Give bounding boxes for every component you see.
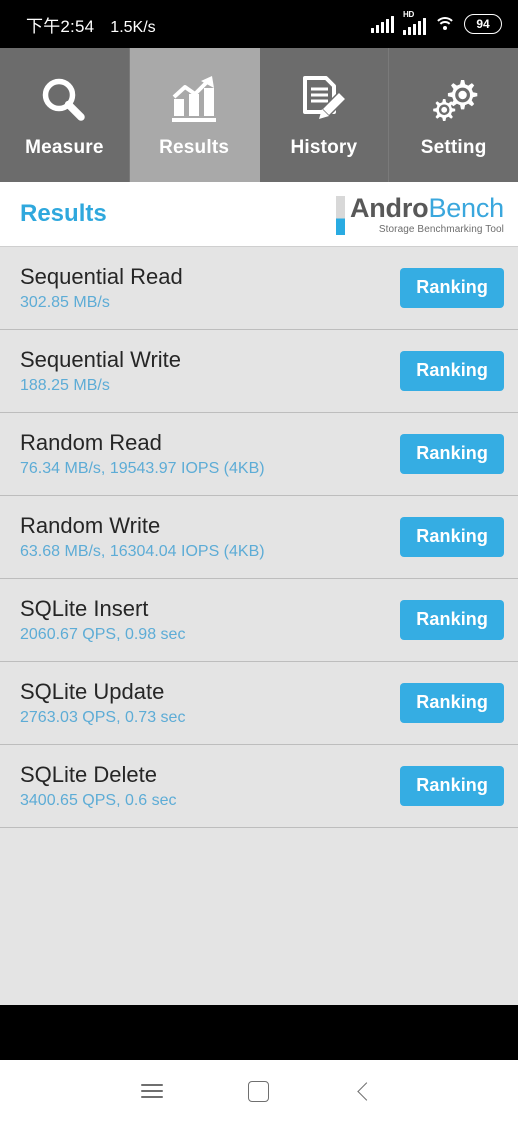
phone-screen: 下午2:54 1.5K/s HD 94 Measure Results Hist… bbox=[0, 0, 518, 1122]
logo-bar-icon bbox=[335, 195, 345, 235]
home-icon[interactable] bbox=[222, 1060, 294, 1122]
logo-text: AndroBench Storage Benchmarking Tool bbox=[349, 192, 504, 235]
ranking-button[interactable]: Ranking bbox=[400, 683, 504, 723]
result-value: 3400.65 QPS, 0.6 sec bbox=[20, 791, 177, 809]
status-time: 下午2:54 bbox=[26, 16, 95, 36]
table-row[interactable]: Random Read 76.34 MB/s, 19543.97 IOPS (4… bbox=[0, 413, 518, 496]
status-bar: 下午2:54 1.5K/s HD 94 bbox=[0, 0, 518, 48]
table-row[interactable]: Sequential Write 188.25 MB/s Ranking bbox=[0, 330, 518, 413]
bar-chart-trend-icon bbox=[168, 71, 220, 129]
magnifier-icon bbox=[38, 71, 90, 129]
result-texts: Sequential Read 302.85 MB/s bbox=[20, 263, 183, 314]
hd-label: HD bbox=[403, 10, 414, 19]
androbench-logo: AndroBench Storage Benchmarking Tool bbox=[335, 192, 504, 235]
result-texts: SQLite Update 2763.03 QPS, 0.73 sec bbox=[20, 678, 185, 729]
result-value: 188.25 MB/s bbox=[20, 376, 110, 394]
result-value: 76.34 MB/s, 19543.97 IOPS (4KB) bbox=[20, 459, 265, 477]
tab-history-label: History bbox=[290, 137, 358, 158]
table-row[interactable]: SQLite Update 2763.03 QPS, 0.73 sec Rank… bbox=[0, 662, 518, 745]
document-pencil-icon bbox=[298, 71, 350, 129]
status-bar-right: HD 94 bbox=[371, 10, 502, 35]
cellular-signal-icon bbox=[371, 15, 394, 33]
ranking-button[interactable]: Ranking bbox=[400, 268, 504, 308]
logo-andro: Andro bbox=[349, 192, 429, 223]
result-title: SQLite Insert bbox=[20, 595, 149, 621]
tab-measure-label: Measure bbox=[25, 137, 104, 158]
results-list: Sequential Read 302.85 MB/s Ranking Sequ… bbox=[0, 247, 518, 1005]
app-header: Results AndroBench Storage Benchmarking … bbox=[0, 182, 518, 247]
system-navigation-bar bbox=[0, 1060, 518, 1122]
tab-setting[interactable]: Setting bbox=[389, 48, 518, 182]
back-icon[interactable] bbox=[328, 1060, 400, 1122]
ranking-button[interactable]: Ranking bbox=[400, 600, 504, 640]
table-row[interactable]: SQLite Delete 3400.65 QPS, 0.6 sec Ranki… bbox=[0, 745, 518, 828]
hd-volte-signal-icon: HD bbox=[403, 10, 426, 35]
result-title: Random Read bbox=[20, 429, 162, 455]
bottom-black-band bbox=[0, 1005, 518, 1060]
status-bar-left: 下午2:54 1.5K/s bbox=[26, 12, 156, 37]
result-title: Sequential Write bbox=[20, 346, 182, 372]
result-value: 63.68 MB/s, 16304.04 IOPS (4KB) bbox=[20, 542, 265, 560]
wifi-icon bbox=[434, 16, 456, 32]
result-title: SQLite Delete bbox=[20, 761, 157, 787]
result-value: 2763.03 QPS, 0.73 sec bbox=[20, 708, 186, 726]
result-texts: Random Read 76.34 MB/s, 19543.97 IOPS (4… bbox=[20, 429, 265, 480]
ranking-button[interactable]: Ranking bbox=[400, 517, 504, 557]
status-network-speed: 1.5K/s bbox=[110, 18, 156, 36]
result-texts: SQLite Delete 3400.65 QPS, 0.6 sec bbox=[20, 761, 177, 812]
result-texts: SQLite Insert 2060.67 QPS, 0.98 sec bbox=[20, 595, 185, 646]
result-title: SQLite Update bbox=[20, 678, 165, 704]
result-texts: Sequential Write 188.25 MB/s bbox=[20, 346, 181, 397]
ranking-button[interactable]: Ranking bbox=[400, 351, 504, 391]
ranking-button[interactable]: Ranking bbox=[400, 434, 504, 474]
tab-results[interactable]: Results bbox=[129, 48, 260, 182]
table-row[interactable]: SQLite Insert 2060.67 QPS, 0.98 sec Rank… bbox=[0, 579, 518, 662]
result-title: Random Write bbox=[20, 512, 161, 538]
recents-icon[interactable] bbox=[116, 1060, 188, 1122]
page-title: Results bbox=[20, 200, 107, 227]
tab-results-label: Results bbox=[159, 137, 230, 158]
tab-history[interactable]: History bbox=[259, 48, 390, 182]
gears-icon bbox=[428, 71, 480, 129]
battery-indicator: 94 bbox=[464, 14, 502, 34]
tab-setting-label: Setting bbox=[420, 137, 487, 158]
ranking-button[interactable]: Ranking bbox=[400, 766, 504, 806]
tab-measure[interactable]: Measure bbox=[0, 48, 130, 182]
cellular-signal-2-icon bbox=[403, 18, 426, 35]
main-tab-bar: Measure Results History Setting bbox=[0, 48, 518, 182]
result-texts: Random Write 63.68 MB/s, 16304.04 IOPS (… bbox=[20, 512, 265, 563]
result-value: 2060.67 QPS, 0.98 sec bbox=[20, 625, 186, 643]
logo-bench: Bench bbox=[428, 192, 504, 223]
logo-wordmark: AndroBench bbox=[349, 192, 504, 223]
logo-tagline: Storage Benchmarking Tool bbox=[378, 223, 504, 235]
table-row[interactable]: Random Write 63.68 MB/s, 16304.04 IOPS (… bbox=[0, 496, 518, 579]
result-value: 302.85 MB/s bbox=[20, 293, 110, 311]
table-row[interactable]: Sequential Read 302.85 MB/s Ranking bbox=[0, 247, 518, 330]
result-title: Sequential Read bbox=[20, 263, 183, 289]
